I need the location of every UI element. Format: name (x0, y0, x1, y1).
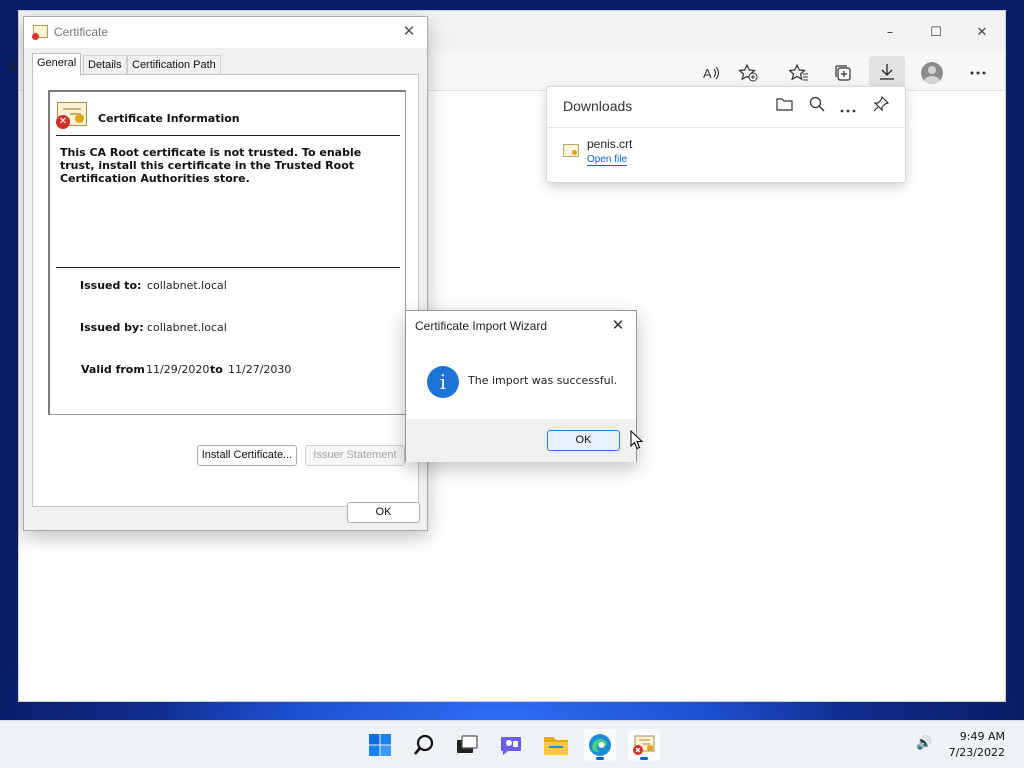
chat-icon[interactable] (495, 729, 527, 761)
certificate-ok-button[interactable]: OK (347, 502, 420, 523)
issuer-statement-button: Issuer Statement (305, 445, 405, 466)
task-view-icon[interactable] (451, 729, 483, 761)
import-wizard-dialog: Certificate Import Wizard ✕ i The import… (405, 310, 637, 462)
window-controls: – ☐ ✕ (867, 11, 1005, 53)
trust-warning: This CA Root certificate is not trusted.… (60, 146, 362, 185)
wizard-message: The import was successful. (468, 374, 618, 387)
downloads-icon[interactable] (869, 56, 905, 88)
favorites-icon[interactable] (788, 62, 810, 84)
certificate-window-title: Certificate (54, 25, 109, 39)
edge-icon[interactable] (584, 729, 616, 761)
start-icon[interactable] (364, 729, 396, 761)
file-explorer-icon[interactable] (540, 729, 572, 761)
read-aloud-icon[interactable]: A (701, 62, 723, 84)
volume-icon[interactable]: 🔊 (916, 736, 932, 751)
partial-text: R (9, 60, 18, 74)
open-file-link[interactable]: Open file (587, 154, 628, 166)
maximize-button[interactable]: ☐ (913, 11, 959, 53)
wizard-ok-button[interactable]: OK (547, 430, 620, 451)
mouse-cursor-icon (630, 430, 644, 450)
more-icon[interactable] (967, 62, 989, 84)
issued-to-label: Issued to: (80, 279, 142, 292)
wizard-title: Certificate Import Wizard (415, 319, 548, 333)
downloads-panel: Downloads penis.crt Open file (546, 86, 906, 183)
issued-by-label: Issued by: (80, 321, 144, 334)
profile-icon[interactable] (921, 62, 943, 84)
close-icon[interactable]: ✕ (608, 316, 628, 334)
certificate-titlebar: Certificate ✕ (24, 17, 427, 48)
search-icon[interactable] (408, 729, 440, 761)
valid-from-label: Valid from (81, 363, 145, 376)
clock-date: 7/23/2022 (948, 746, 1005, 759)
folder-icon[interactable] (776, 96, 794, 115)
clock[interactable]: 9:49 AM 7/23/2022 (949, 729, 1005, 761)
clock-time: 9:49 AM (959, 730, 1005, 743)
search-icon[interactable] (809, 96, 825, 115)
certificate-body: ✕ Certificate Information This CA Root c… (32, 74, 419, 507)
wizard-footer: OK (406, 419, 636, 462)
svg-text:A: A (703, 66, 712, 81)
add-favorite-icon[interactable] (737, 62, 759, 84)
certificate-app-icon[interactable] (628, 729, 660, 761)
tab-general[interactable]: General (32, 53, 82, 76)
divider (56, 267, 400, 268)
issued-to-value: collabnet.local (147, 279, 227, 292)
certificate-error-icon: ✕ (56, 102, 87, 129)
close-button[interactable]: ✕ (959, 11, 1005, 53)
valid-to-label: to (210, 363, 223, 376)
download-file-name[interactable]: penis.crt (587, 137, 632, 151)
minimize-button[interactable]: – (867, 11, 913, 53)
certificate-file-icon (563, 144, 579, 157)
info-heading: Certificate Information (98, 112, 240, 125)
tab-details[interactable]: Details (83, 55, 127, 75)
certificate-info-panel: ✕ Certificate Information This CA Root c… (48, 90, 406, 415)
close-icon[interactable]: ✕ (399, 22, 419, 40)
valid-from-value: 11/29/2020 (146, 363, 210, 376)
tab-certification-path[interactable]: Certification Path (127, 55, 221, 75)
downloads-title: Downloads (563, 98, 633, 114)
certificate-window: Certificate ✕ General Details Certificat… (23, 16, 428, 531)
install-certificate-button[interactable]: Install Certificate... (197, 445, 297, 466)
more-icon[interactable] (840, 103, 856, 116)
downloads-divider (547, 127, 905, 128)
valid-to-value: 11/27/2030 (228, 363, 292, 376)
info-icon: i (427, 366, 459, 398)
taskbar: 🔊 9:49 AM 7/23/2022 (0, 720, 1024, 768)
pin-icon[interactable] (873, 95, 890, 115)
certificate-icon (32, 25, 48, 40)
issued-by-value: collabnet.local (147, 321, 227, 334)
divider (56, 135, 400, 136)
collections-icon[interactable] (832, 62, 854, 84)
